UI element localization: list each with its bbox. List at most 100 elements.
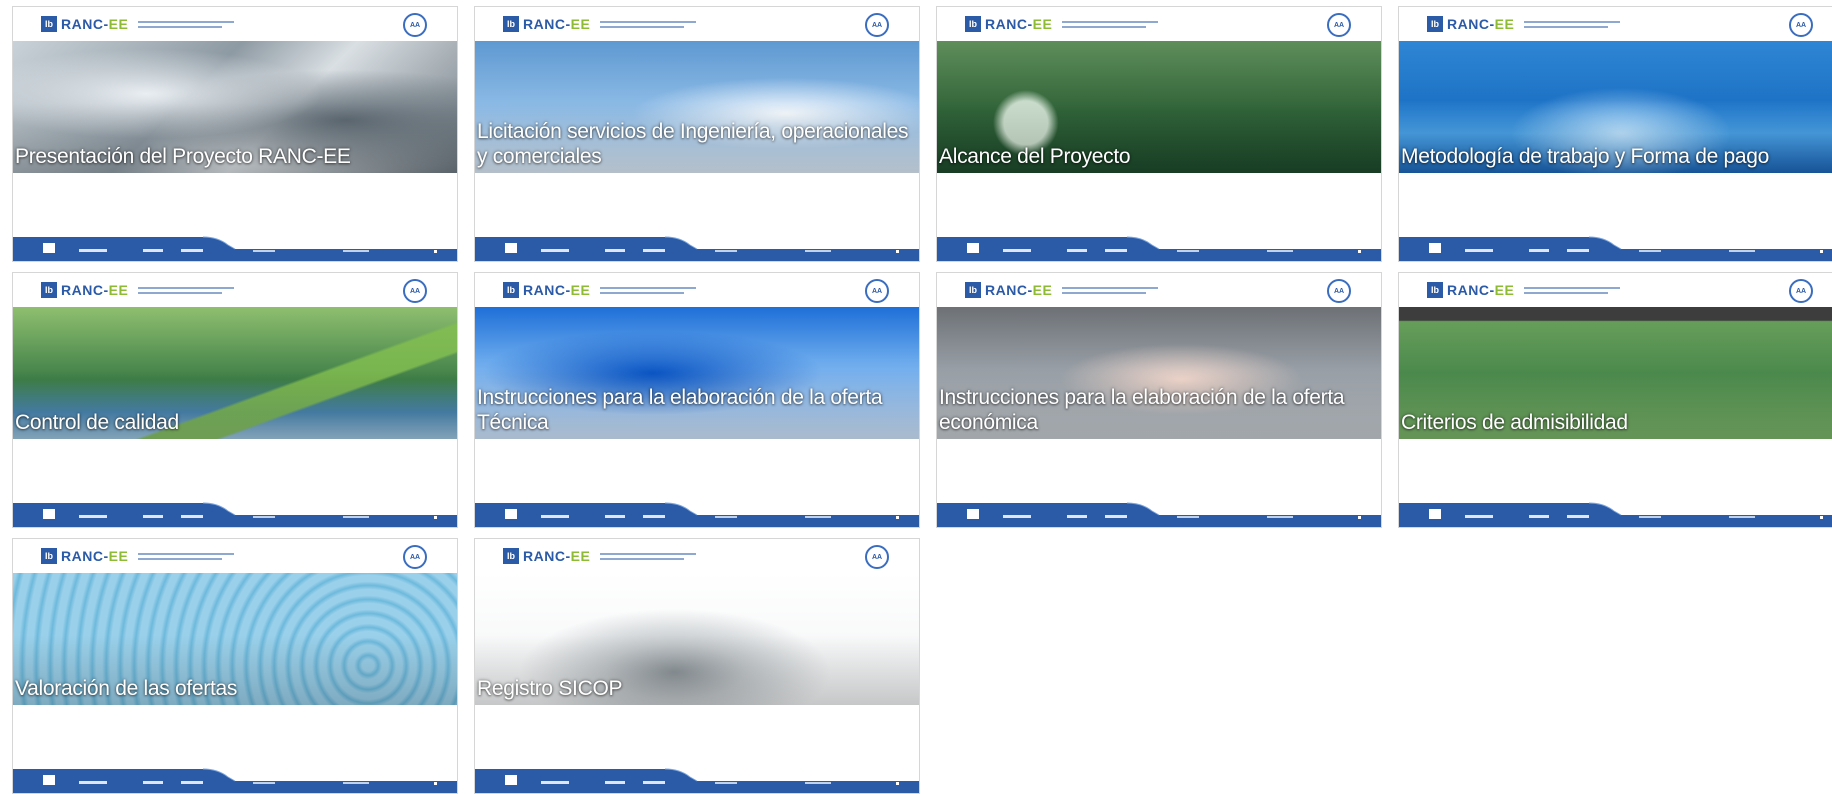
footer-text bbox=[253, 782, 275, 784]
sponsor-logo bbox=[181, 249, 203, 252]
aya-badge-icon: AA bbox=[1327, 13, 1351, 37]
slide-banner-image: Licitación servicios de Ingeniería, oper… bbox=[475, 41, 919, 173]
footer-text bbox=[1177, 516, 1199, 518]
slide-header: Ib RANC-EE AA bbox=[475, 7, 919, 41]
logo-name: RANC-EE bbox=[985, 282, 1052, 298]
sponsor-logo bbox=[643, 249, 665, 252]
slide-title: Instrucciones para la elaboración de la … bbox=[939, 386, 1345, 434]
sponsor-logo bbox=[605, 515, 625, 518]
logo-icon: Ib bbox=[1427, 16, 1443, 32]
sponsor-logo bbox=[143, 249, 163, 252]
slide-header: Ib RANC-EE AA bbox=[13, 539, 457, 573]
logo-name-suffix: EE bbox=[1032, 16, 1053, 32]
logo-icon: Ib bbox=[41, 548, 57, 564]
aya-badge-icon: AA bbox=[865, 279, 889, 303]
logo-tagline bbox=[600, 20, 697, 28]
slide-header: Ib RANC-EE AA bbox=[475, 539, 919, 573]
page-number bbox=[434, 782, 437, 785]
logo-icon: Ib bbox=[965, 16, 981, 32]
slide-footer bbox=[475, 497, 919, 527]
footer-text bbox=[1729, 250, 1755, 252]
slide-header: Ib RANC-EE AA bbox=[13, 7, 457, 41]
page-number bbox=[1358, 516, 1361, 519]
footer-text bbox=[1639, 250, 1661, 252]
logo-name: RANC-EE bbox=[61, 16, 128, 32]
sponsor-logo bbox=[1003, 249, 1031, 252]
sponsor-logo bbox=[143, 515, 163, 518]
footer-text bbox=[253, 250, 275, 252]
page-number bbox=[1358, 250, 1361, 253]
slide-thumbnail[interactable]: Ib RANC-EE AA Licitación servicios de Ingen… bbox=[474, 6, 920, 262]
slide-header: Ib RANC-EE AA bbox=[13, 273, 457, 307]
footer-text bbox=[253, 516, 275, 518]
sponsor-logo bbox=[1105, 249, 1127, 252]
slide-banner-image: Valoración de las ofertas bbox=[13, 573, 457, 705]
sponsor-logo bbox=[541, 515, 569, 518]
logo-name-suffix: EE bbox=[1494, 16, 1515, 32]
slide-thumbnail[interactable]: Ib RANC-EE AA Instrucciones para la elabora… bbox=[474, 272, 920, 528]
sponsor-logo bbox=[1567, 515, 1589, 518]
footer-logo bbox=[1429, 509, 1441, 519]
sponsor-logo bbox=[79, 781, 107, 784]
footer-text bbox=[343, 250, 369, 252]
footer-text bbox=[343, 516, 369, 518]
ranc-ee-logo: Ib RANC-EE bbox=[41, 546, 235, 566]
ranc-ee-logo: Ib RANC-EE bbox=[41, 14, 235, 34]
logo-name-suffix: EE bbox=[108, 282, 129, 298]
sponsor-logo bbox=[605, 249, 625, 252]
slide-title: Instrucciones para la elaboración de la … bbox=[477, 386, 883, 434]
logo-name: RANC-EE bbox=[523, 548, 590, 564]
slide-thumbnail[interactable]: Ib RANC-EE AA Criterios de admisibilidad bbox=[1398, 272, 1832, 528]
logo-icon: Ib bbox=[1427, 282, 1443, 298]
sponsor-logo bbox=[1465, 249, 1493, 252]
logo-name-main: RANC- bbox=[985, 16, 1033, 32]
aya-badge-icon: AA bbox=[1789, 279, 1813, 303]
footer-logo bbox=[1429, 243, 1441, 253]
slide-footer bbox=[13, 763, 457, 793]
slide-header: Ib RANC-EE AA bbox=[937, 273, 1381, 307]
sponsor-logo bbox=[1529, 515, 1549, 518]
slide-thumbnail[interactable]: Ib RANC-EE AA Instrucciones para la elabora… bbox=[936, 272, 1382, 528]
sponsor-logo bbox=[181, 781, 203, 784]
slide-title: Presentación del Proyecto RANC-EE bbox=[15, 145, 351, 168]
slide-thumbnail[interactable]: Ib RANC-EE AA Alcance del Proyecto bbox=[936, 6, 1382, 262]
slide-title: Metodología de trabajo y Forma de pago bbox=[1401, 145, 1770, 168]
slide-thumbnail[interactable]: Ib RANC-EE AA Presentación del Proyecto RAN… bbox=[12, 6, 458, 262]
footer-logo bbox=[505, 775, 517, 785]
logo-icon: Ib bbox=[503, 548, 519, 564]
ranc-ee-logo: Ib RANC-EE bbox=[965, 14, 1159, 34]
logo-name-main: RANC- bbox=[523, 282, 571, 298]
footer-logo bbox=[43, 509, 55, 519]
footer-text bbox=[1267, 516, 1293, 518]
slide-thumbnail[interactable]: Ib RANC-EE AA Control de calidad bbox=[12, 272, 458, 528]
footer-logo bbox=[967, 243, 979, 253]
page-number bbox=[434, 250, 437, 253]
footer-text bbox=[1267, 250, 1293, 252]
slide-thumbnail[interactable]: Ib RANC-EE AA Registro SICOP bbox=[474, 538, 920, 794]
logo-name-suffix: EE bbox=[1494, 282, 1515, 298]
logo-name-main: RANC- bbox=[61, 16, 109, 32]
logo-name-main: RANC- bbox=[61, 282, 109, 298]
slide-thumbnail[interactable]: Ib RANC-EE AA Metodología de trabajo y Form… bbox=[1398, 6, 1832, 262]
sponsor-logo bbox=[1465, 515, 1493, 518]
footer-text bbox=[715, 250, 737, 252]
sponsor-logo bbox=[541, 249, 569, 252]
slide-banner-image: Control de calidad bbox=[13, 307, 457, 439]
footer-logo bbox=[967, 509, 979, 519]
logo-tagline bbox=[138, 20, 235, 28]
slide-banner-image: Instrucciones para la elaboración de la … bbox=[937, 307, 1381, 439]
footer-text bbox=[805, 250, 831, 252]
footer-logo bbox=[43, 243, 55, 253]
footer-logo bbox=[43, 775, 55, 785]
slide-banner-image: Criterios de admisibilidad bbox=[1399, 307, 1832, 439]
logo-name: RANC-EE bbox=[523, 16, 590, 32]
footer-text bbox=[805, 782, 831, 784]
slide-thumbnail[interactable]: Ib RANC-EE AA Valoración de las ofertas bbox=[12, 538, 458, 794]
logo-name-suffix: EE bbox=[1032, 282, 1053, 298]
logo-name: RANC-EE bbox=[1447, 282, 1514, 298]
slide-header: Ib RANC-EE AA bbox=[1399, 273, 1832, 307]
logo-name-suffix: EE bbox=[570, 282, 591, 298]
ranc-ee-logo: Ib RANC-EE bbox=[41, 280, 235, 300]
slide-title: Alcance del Proyecto bbox=[939, 145, 1131, 168]
slide-title: Control de calidad bbox=[15, 411, 179, 434]
